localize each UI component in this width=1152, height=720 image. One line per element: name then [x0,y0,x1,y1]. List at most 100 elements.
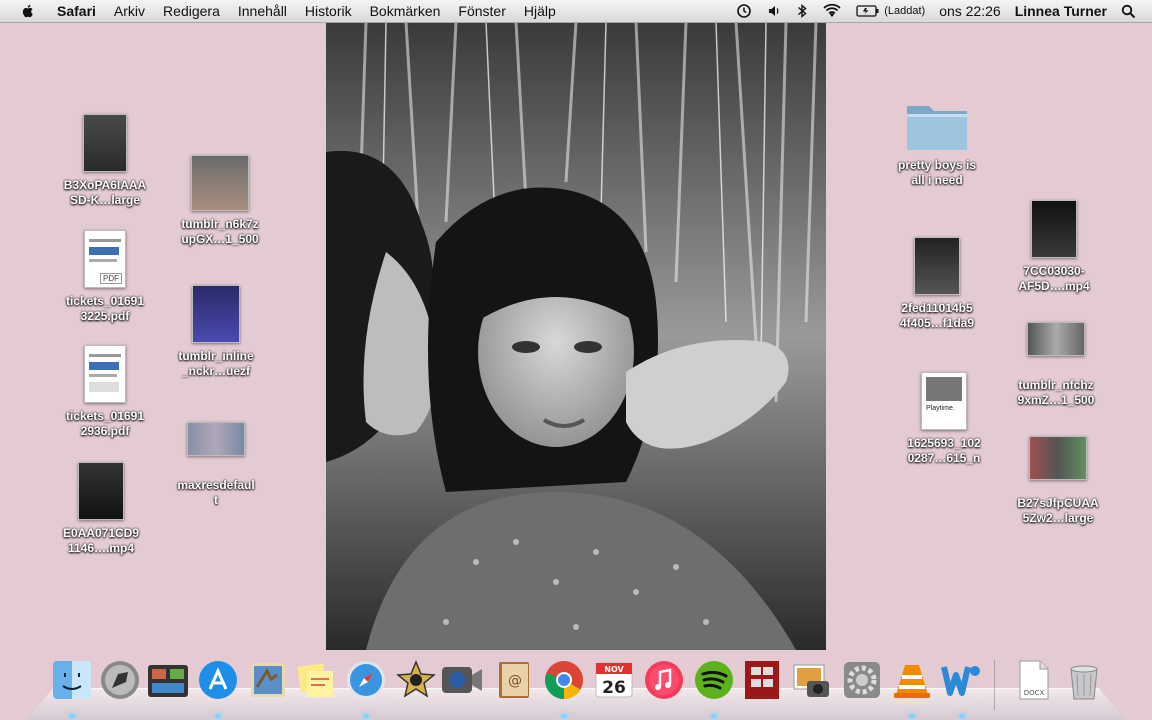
folder-label-line2: all i need [911,173,963,187]
dock-item-trash[interactable] [1062,658,1106,702]
file-label-line1: 7CC03030- [1023,264,1085,278]
desktop-file-tumblr-n6k7z[interactable]: tumblr_n6k7z upGX…1_500 [172,155,268,247]
dock-item-word[interactable] [940,658,984,718]
running-indicator [711,714,717,718]
dock-item-safari[interactable] [344,658,388,718]
dock-item-facetime[interactable] [440,658,484,702]
dock: @ NOV 26 DOCX [26,650,1126,720]
mission-control-icon [148,665,188,697]
volume-icon[interactable] [759,0,789,22]
dock-item-iphoto[interactable] [790,658,834,702]
file-label-line2: 3225.pdf [80,309,130,323]
spotlight-search-icon[interactable] [1114,0,1152,22]
menu-app-safari[interactable]: Safari [48,3,105,19]
docx-label: DOCX [1024,689,1045,697]
calendar-month: NOV [604,665,624,674]
file-label-line1: B3XoPA6IAAA [63,178,147,192]
desktop-file-tumblr-nfchz[interactable]: tumblr_nfchz 9xmZ…1_500 [1008,322,1104,408]
menu-hjalp[interactable]: Hjälp [515,3,565,19]
stickies-icon [297,663,333,697]
dock-item-system-preferences[interactable] [840,658,884,702]
folder-label-line1: pretty boys is [897,158,977,172]
desktop-file-tickets-3225[interactable]: PDF tickets_01691 3225.pdf [57,230,153,324]
image-thumbnail-icon [192,285,240,343]
desktop-file-2fed11014b5[interactable]: 2fed11014b5 4f405…f1da9 [889,237,985,331]
file-label-line2: upGX…1_500 [181,232,259,246]
dock-item-itunes[interactable] [642,658,686,702]
finder-icon [53,661,91,699]
pdf-document-icon [84,345,126,403]
dock-item-app-store[interactable] [196,658,240,718]
running-indicator [215,714,221,718]
dock-item-mission-control[interactable] [146,658,190,702]
file-label-line1: tumblr_n6k7z [181,217,259,231]
menu-innehall[interactable]: Innehåll [229,3,296,19]
dock-item-calendar[interactable]: NOV 26 [592,658,636,702]
time-machine-icon[interactable] [729,0,759,22]
wallpaper-photo [326,22,826,650]
dock-item-stickies[interactable] [294,658,338,702]
facetime-icon [442,667,482,693]
file-label-line2: _nckr…uezf [181,364,251,378]
file-label-line2: 0287…615_n [907,451,981,465]
desktop-file-b3xopa6iaaa[interactable]: B3XoPA6IAAA SD-K…large [57,114,153,208]
calendar-day: 26 [602,678,626,698]
file-label-line1: E0AA071CD9 [62,526,140,540]
file-label-line2: 5Zw2…large [1022,511,1094,525]
file-label-line1: tumblr_nfchz [1018,378,1094,392]
dock-item-imovie[interactable] [394,658,438,702]
dock-item-finder[interactable] [50,658,94,718]
image-thumbnail-icon [187,422,245,456]
bluetooth-icon[interactable] [789,0,815,22]
app-store-icon [199,661,237,699]
word-icon [941,666,980,696]
desktop-file-tickets-2936[interactable]: tickets_01691 2936.pdf [57,345,153,439]
image-thumbnail-icon [83,114,127,172]
running-indicator [69,714,75,718]
safari-icon [347,661,385,699]
file-label-line1: tickets_01691 [65,409,145,423]
menu-redigera[interactable]: Redigera [154,3,229,19]
pdf-badge: PDF [100,273,122,284]
desktop-file-maxresdefault[interactable]: maxresdefaul t [168,422,264,508]
desktop-file-7cc03030[interactable]: 7CC03030- AF5D….mp4 [1006,200,1102,294]
mail-icon [251,663,285,697]
folder-icon [907,106,967,150]
image-thumbnail-icon [1029,436,1087,480]
file-label-line1: 2fed11014b5 [901,301,973,315]
battery-icon[interactable]: (Laddat) [849,0,932,22]
svg-text:@: @ [508,673,522,689]
dock-item-mail[interactable] [246,658,290,702]
menu-arkiv[interactable]: Arkiv [105,3,154,19]
dock-item-photo-booth[interactable] [740,658,784,702]
wifi-icon[interactable] [815,0,849,22]
file-label-line2: 1146….mp4 [67,541,135,555]
video-thumbnail-icon [1031,200,1077,258]
menu-bokmarken[interactable]: Bokmärken [361,3,450,19]
menu-historik[interactable]: Historik [296,3,361,19]
image-thumbnail-icon [1027,322,1085,356]
dock-item-vlc[interactable] [890,658,934,718]
docx-file-icon: DOCX [1019,660,1049,700]
dock-item-chrome[interactable] [542,658,586,718]
menu-fonster[interactable]: Fönster [449,3,514,19]
desktop-file-e0aa071cd9[interactable]: E0AA071CD9 1146….mp4 [53,462,149,556]
user-menu[interactable]: Linnea Turner [1008,0,1114,22]
desktop-file-1625693[interactable]: Playtime. 1625693_102 0287…615_n [896,372,992,466]
trash-icon [1070,665,1098,700]
file-label-line1: B27sJfpCUAA [1017,496,1099,510]
dock-item-contacts[interactable]: @ [492,658,536,702]
dock-item-spotify[interactable] [692,658,736,718]
desktop-file-b27sjfpcuaa[interactable]: B27sJfpCUAA 5Zw2…large [1010,436,1106,526]
dock-item-launchpad[interactable] [98,658,142,702]
video-thumbnail-icon [78,462,124,520]
spotify-icon [695,661,733,699]
clock[interactable]: ons 22:26 [932,0,1008,22]
photo-booth-icon [745,661,779,699]
apple-menu-icon[interactable] [20,3,36,19]
desktop-folder-pretty-boys[interactable]: pretty boys is all i need [889,100,985,188]
calendar-icon: NOV 26 [595,662,633,698]
desktop-file-tumblr-inline[interactable]: tumblr_inline _nckr…uezf [168,285,264,379]
dock-item-docx-file[interactable]: DOCX [1012,658,1056,702]
itunes-icon [645,661,683,699]
